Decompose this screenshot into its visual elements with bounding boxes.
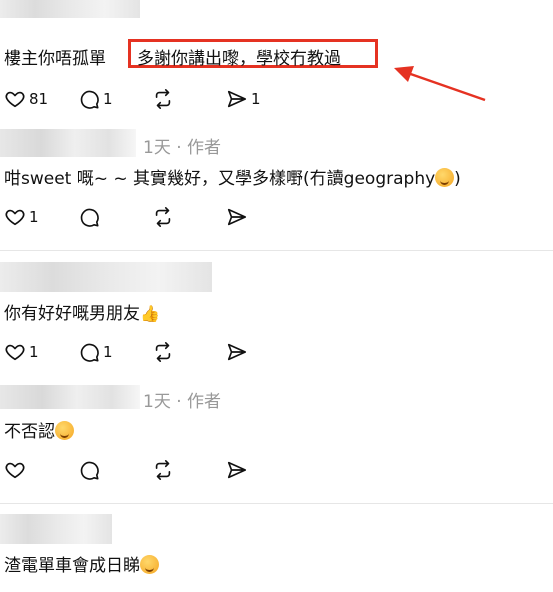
repost-icon xyxy=(155,460,171,480)
like-button[interactable]: 1 xyxy=(4,206,78,228)
comment-text: 渣電單車會成日睇 xyxy=(4,551,159,576)
smile-emoji-icon xyxy=(55,421,74,440)
heart-icon xyxy=(5,209,25,226)
share-icon xyxy=(227,208,247,226)
comment-text-body: 不否認 xyxy=(4,422,55,442)
comment-text: 樓主你唔孤單 xyxy=(4,49,106,69)
share-button[interactable]: 1 xyxy=(226,88,300,110)
laughing-emoji-icon xyxy=(140,555,159,574)
reply-button[interactable]: 1 xyxy=(78,341,152,363)
thumbs-up-emoji-icon: 👍 xyxy=(140,304,160,323)
blurred-username xyxy=(0,0,140,18)
share-count: 1 xyxy=(251,90,261,108)
comment-actions: 1 xyxy=(4,204,300,230)
share-icon xyxy=(227,90,247,108)
repost-button[interactable] xyxy=(152,459,226,481)
comment-actions: 81 1 1 xyxy=(4,86,300,112)
share-icon xyxy=(227,343,247,361)
reply-count: 1 xyxy=(103,90,113,108)
comment-text-end: ) xyxy=(454,169,461,189)
repost-button[interactable] xyxy=(152,341,226,363)
comment-actions: 1 1 xyxy=(4,339,300,365)
blurred-username xyxy=(0,385,140,409)
comment-icon xyxy=(80,461,99,480)
comment-meta: 1天 · 作者 xyxy=(143,138,222,158)
reply-button[interactable]: 1 xyxy=(78,88,152,110)
blurred-username xyxy=(0,262,212,292)
comment-icon xyxy=(80,90,99,109)
reply-button[interactable] xyxy=(78,206,152,228)
share-button[interactable] xyxy=(226,341,300,363)
comment-text-body: 渣電單車會成日睇 xyxy=(4,556,140,576)
annotation-arrow xyxy=(394,66,486,102)
share-button[interactable] xyxy=(226,206,300,228)
divider xyxy=(0,250,553,251)
blurred-username xyxy=(0,129,136,157)
share-icon xyxy=(227,461,247,479)
share-button[interactable] xyxy=(226,459,300,481)
heart-icon xyxy=(5,91,25,108)
repost-icon xyxy=(155,89,171,109)
reply-button[interactable] xyxy=(78,459,152,481)
repost-icon xyxy=(155,342,171,362)
like-count: 81 xyxy=(29,90,49,108)
highlighted-reply-text: 多謝你講出嚟，學校冇教過 xyxy=(137,49,341,69)
comment-icon xyxy=(80,208,99,227)
comment-text-body: 你有好好嘅男朋友 xyxy=(4,304,140,324)
like-button[interactable]: 1 xyxy=(4,341,78,363)
heart-icon xyxy=(5,462,25,479)
comment-text: 咁sweet 嘅~ ~ 其實幾好，又學多樣嘢(冇讀geography) xyxy=(4,164,461,189)
comment-meta: 1天 · 作者 xyxy=(143,392,222,412)
comment-icon xyxy=(80,343,99,362)
like-button[interactable]: 81 xyxy=(4,88,78,110)
comment-text-body: 咁sweet 嘅~ ~ 其實幾好，又學多樣嘢(冇讀geography xyxy=(4,169,436,189)
comment-text: 你有好好嘅男朋友👍 xyxy=(4,299,160,324)
repost-button[interactable] xyxy=(152,206,226,228)
comment-actions xyxy=(4,457,300,483)
comment-text: 不否認 xyxy=(4,417,74,442)
blurred-username xyxy=(0,514,112,544)
divider xyxy=(0,503,553,504)
like-button[interactable] xyxy=(4,459,78,481)
reply-count: 1 xyxy=(103,343,113,361)
repost-icon xyxy=(155,207,171,227)
smile-emoji-icon xyxy=(435,168,455,187)
repost-button[interactable] xyxy=(152,88,226,110)
like-count: 1 xyxy=(29,343,39,361)
like-count: 1 xyxy=(29,208,39,226)
heart-icon xyxy=(5,344,25,361)
